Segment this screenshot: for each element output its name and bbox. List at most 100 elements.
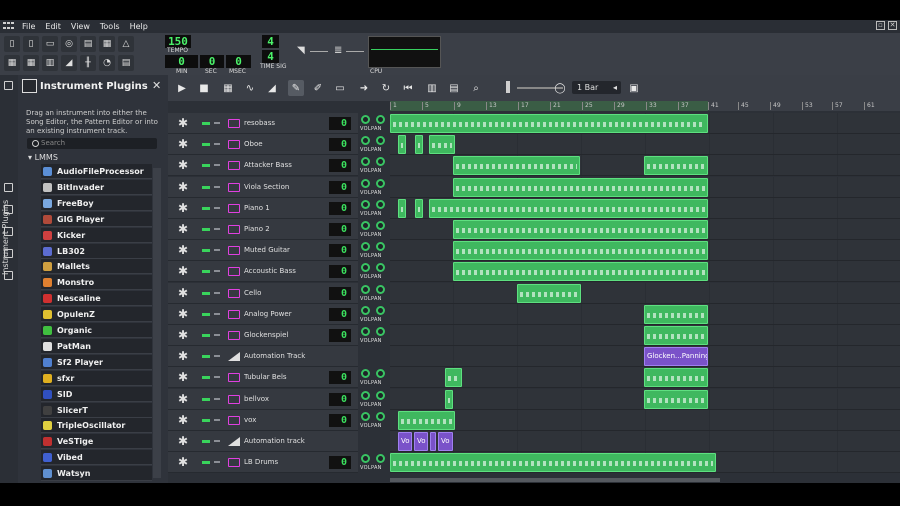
track-header[interactable]: ✱ Attacker Bass 0 bbox=[168, 155, 358, 177]
track-header[interactable]: ✱ Cello 0 bbox=[168, 282, 358, 304]
track-lane[interactable] bbox=[390, 409, 900, 431]
plugin-item[interactable]: Kicker bbox=[41, 227, 152, 243]
gear-icon[interactable]: ✱ bbox=[178, 202, 189, 214]
gear-icon[interactable]: ✱ bbox=[178, 308, 189, 320]
pattern-clip[interactable] bbox=[429, 135, 455, 155]
solo-toggle[interactable] bbox=[214, 334, 220, 336]
track-lane[interactable] bbox=[390, 282, 900, 304]
track-name[interactable]: LB Drums bbox=[244, 458, 278, 466]
pattern-clip[interactable] bbox=[453, 220, 708, 239]
plugin-item[interactable]: TripleOscillator bbox=[41, 418, 152, 434]
gear-icon[interactable]: ✱ bbox=[178, 159, 189, 171]
volume-knob[interactable] bbox=[361, 411, 370, 421]
pan-knob[interactable] bbox=[376, 390, 385, 400]
pan-knob[interactable] bbox=[376, 327, 385, 336]
timesig-denominator[interactable]: 4 bbox=[262, 50, 279, 63]
plugin-item[interactable]: Mallets bbox=[41, 259, 152, 275]
new-from-template-icon[interactable]: ▯ bbox=[23, 36, 39, 52]
track-lane[interactable] bbox=[390, 219, 900, 240]
pan-knob[interactable] bbox=[376, 454, 385, 464]
pattern-clip[interactable] bbox=[453, 156, 580, 176]
mute-toggle[interactable] bbox=[202, 376, 210, 380]
volume-knob[interactable] bbox=[361, 454, 370, 464]
app-menu-icon[interactable] bbox=[3, 21, 15, 32]
solo-toggle[interactable] bbox=[214, 461, 220, 464]
automation-clip[interactable]: Vo bbox=[414, 432, 428, 451]
volume-knob[interactable] bbox=[361, 157, 370, 167]
plugin-item[interactable]: AudioFileProcessor bbox=[41, 164, 152, 179]
close-window-icon[interactable]: ✕ bbox=[888, 21, 897, 30]
instrument-plugins-tab-icon[interactable] bbox=[4, 81, 13, 90]
plugin-item[interactable]: Nescaline bbox=[41, 291, 152, 307]
pan-knob[interactable] bbox=[376, 411, 385, 421]
pattern-clip[interactable] bbox=[453, 262, 708, 282]
mute-toggle[interactable] bbox=[202, 185, 210, 189]
stop-icon[interactable]: ■ bbox=[196, 80, 212, 96]
mute-toggle[interactable] bbox=[202, 397, 210, 401]
master-pitch-slider[interactable] bbox=[346, 51, 364, 52]
pattern-clip[interactable] bbox=[429, 198, 708, 218]
snap-size-select[interactable]: 1 Bar ◂ bbox=[572, 81, 621, 94]
track-name[interactable]: Cello bbox=[244, 289, 261, 297]
automation-clip[interactable]: Glocken...Panning bbox=[644, 347, 708, 367]
volume-knob[interactable] bbox=[361, 221, 370, 230]
track-lane[interactable] bbox=[390, 261, 900, 283]
gear-icon[interactable]: ✱ bbox=[178, 435, 189, 447]
solo-toggle[interactable] bbox=[214, 185, 220, 188]
track-header[interactable]: ✱ Glockenspiel 0 bbox=[168, 325, 358, 346]
volume-knob[interactable] bbox=[361, 305, 370, 315]
solo-toggle[interactable] bbox=[214, 376, 220, 379]
master-volume-slider[interactable] bbox=[310, 51, 328, 52]
plugin-item[interactable]: VeSTige bbox=[41, 434, 152, 450]
presets-tab-icon[interactable] bbox=[4, 227, 13, 236]
restore-icon[interactable]: ▫ bbox=[876, 21, 885, 30]
zoom-slider-handle[interactable] bbox=[506, 81, 510, 93]
pattern-clip[interactable] bbox=[415, 135, 423, 155]
pan-knob[interactable] bbox=[376, 199, 385, 209]
menu-tools[interactable]: Tools bbox=[95, 22, 125, 31]
track-header[interactable]: ✱ vox 0 bbox=[168, 409, 358, 431]
track-lane[interactable] bbox=[390, 367, 900, 389]
piano-roll-icon[interactable]: ▥ bbox=[42, 55, 58, 71]
mute-toggle[interactable] bbox=[202, 164, 210, 168]
track-name[interactable]: Piano 1 bbox=[244, 204, 270, 212]
gear-icon[interactable]: ✱ bbox=[178, 329, 189, 341]
mute-toggle[interactable] bbox=[202, 334, 210, 337]
loop-region[interactable] bbox=[390, 101, 708, 111]
gear-icon[interactable]: ✱ bbox=[178, 223, 189, 235]
gear-icon[interactable]: ✱ bbox=[178, 244, 189, 256]
select-mode-icon[interactable]: ▭ bbox=[332, 80, 348, 96]
track-header[interactable]: ✱ LB Drums 0 bbox=[168, 452, 358, 474]
gear-icon[interactable]: ✱ bbox=[178, 350, 189, 362]
remove-bar-icon[interactable]: ▤ bbox=[446, 80, 462, 96]
pattern-clip[interactable] bbox=[644, 156, 708, 176]
track-header[interactable]: ✱ Automation Track bbox=[168, 346, 358, 368]
track-name[interactable]: Piano 2 bbox=[244, 225, 270, 233]
volume-knob[interactable] bbox=[361, 284, 370, 294]
plugin-item[interactable]: SlicerT bbox=[41, 402, 152, 418]
track-name[interactable]: Automation Track bbox=[244, 352, 305, 360]
track-lane[interactable] bbox=[390, 303, 900, 325]
track-name[interactable]: vox bbox=[244, 416, 256, 424]
track-lane[interactable]: Glocken...Panning bbox=[390, 346, 900, 368]
open-project-icon[interactable]: ▭ bbox=[42, 36, 58, 52]
samples-tab-icon[interactable] bbox=[4, 205, 13, 214]
gear-icon[interactable]: ✱ bbox=[178, 287, 189, 299]
track-name[interactable]: Analog Power bbox=[244, 310, 292, 318]
track-name[interactable]: Attacker Bass bbox=[244, 161, 292, 169]
track-header[interactable]: ✱ Automation track bbox=[168, 431, 358, 452]
plugin-item[interactable]: Monstro bbox=[41, 275, 152, 291]
auto-scroll-icon[interactable]: ➜ bbox=[356, 80, 372, 96]
draw-mode-icon[interactable]: ✎ bbox=[288, 80, 304, 96]
pattern-clip[interactable] bbox=[644, 304, 708, 324]
plugin-item[interactable]: LB302 bbox=[41, 243, 152, 259]
pattern-clip[interactable] bbox=[445, 389, 453, 409]
track-header[interactable]: ✱ Piano 1 0 bbox=[168, 197, 358, 219]
pan-knob[interactable] bbox=[376, 263, 385, 273]
pattern-clip[interactable] bbox=[445, 368, 462, 388]
mute-toggle[interactable] bbox=[202, 355, 210, 359]
master-pitch-icon[interactable]: ≣ bbox=[334, 45, 346, 56]
volume-knob[interactable] bbox=[361, 369, 370, 379]
pattern-clip[interactable] bbox=[644, 389, 708, 409]
mute-toggle[interactable] bbox=[202, 143, 210, 147]
